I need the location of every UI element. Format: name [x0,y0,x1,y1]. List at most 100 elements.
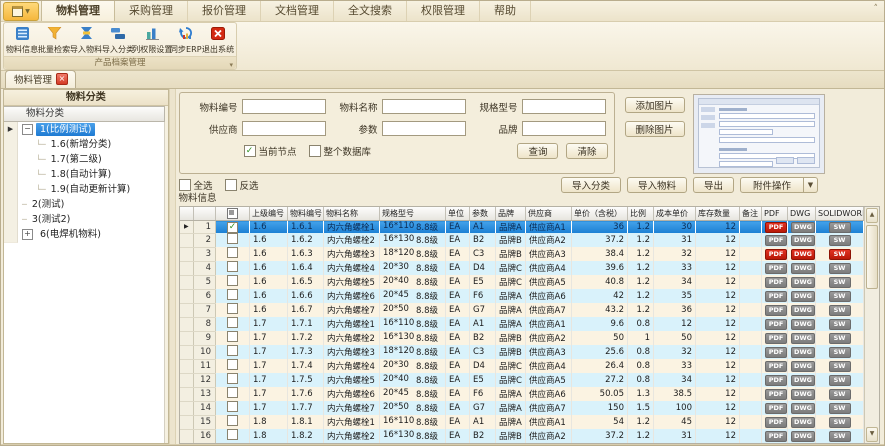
table-row[interactable]: 31.61.6.3内六角螺栓318*1208.8级EAC3品牌B供应商A338.… [180,247,864,261]
row-checkbox[interactable] [216,289,250,303]
table-row[interactable]: 121.71.7.5内六角螺栓520*408.8级EAE5品牌C供应商A527.… [180,373,864,387]
solidworks-button[interactable]: SW [829,403,851,414]
table-row[interactable]: 141.71.7.7内六角螺栓720*508.8级EAG7品牌A供应商A7150… [180,401,864,415]
material-image-thumbnail[interactable] [693,94,825,174]
dwg-button[interactable]: DWG [791,291,815,302]
search-input-4[interactable] [242,121,326,136]
table-row[interactable]: 81.71.7.1内六角螺栓116*1108.8级EAA1品牌A供应商A19.6… [180,317,864,331]
row-checkbox[interactable] [216,429,250,443]
document-tab-material[interactable]: 物料管理 × [5,70,76,88]
whole-database-checkbox[interactable]: 整个数据库 [309,144,372,158]
row-checkbox[interactable]: ✓ [216,221,250,234]
row-checkbox[interactable] [216,401,250,415]
pdf-button[interactable]: PDF [765,375,787,386]
pdf-button[interactable]: PDF [765,431,787,442]
solidworks-button[interactable]: SW [829,375,851,386]
application-menu-button[interactable]: ▼ [3,2,39,21]
grid-header-4[interactable]: 规格型号 [380,207,446,221]
row-checkbox[interactable] [216,345,250,359]
dwg-button[interactable]: DWG [791,249,815,260]
solidworks-button[interactable]: SW [829,319,851,330]
search-input-6[interactable] [522,121,606,136]
dwg-button[interactable]: DWG [791,375,815,386]
current-node-checkbox[interactable]: ✓ 当前节点 [244,144,297,158]
ribbon-collapse-icon[interactable]: ˄ [874,4,879,14]
pdf-button[interactable]: PDF [765,263,787,274]
solidworks-button[interactable]: SW [829,347,851,358]
pdf-button[interactable]: PDF [765,291,787,302]
grid-header-1[interactable]: 上级编号 [250,207,288,221]
solidworks-button[interactable]: SW [829,389,851,400]
clear-button[interactable]: 清除 [566,143,607,159]
ribbon-tab-1[interactable]: 物料管理 [41,0,115,21]
row-checkbox[interactable] [216,303,250,317]
grid-header-checkbox[interactable] [216,207,250,221]
row-checkbox[interactable] [216,415,250,429]
row-checkbox[interactable] [216,387,250,401]
grid-header-12[interactable]: 库存数量 [696,207,740,221]
invert-select-checkbox[interactable]: 反选 [225,178,259,192]
delete-image-button[interactable]: 删除图片 [625,121,685,137]
dwg-button[interactable]: DWG [791,263,815,274]
dwg-button[interactable]: DWG [791,277,815,288]
solidworks-button[interactable]: SW [829,263,851,274]
chevron-down-icon[interactable]: ▼ [804,177,818,193]
attachment-button[interactable]: 附件操作 [740,177,804,193]
tree-node-4[interactable]: └─1.8(自动计算) [4,167,164,182]
pdf-button[interactable]: PDF [765,249,787,260]
tree-node-2[interactable]: └─1.6(新增分类) [4,137,164,152]
solidworks-button[interactable]: SW [829,333,851,344]
pdf-button[interactable]: PDF [765,305,787,316]
ribbon-button-1[interactable]: 物料信息 [6,24,38,56]
close-icon[interactable]: × [56,73,68,85]
ribbon-tab-5[interactable]: 全文搜索 [334,0,407,21]
row-checkbox[interactable] [216,317,250,331]
expand-node-icon[interactable]: + [22,229,33,240]
ribbon-button-4[interactable]: 导入分类 [102,24,134,56]
import-material-button[interactable]: 导入物料 [627,177,687,193]
add-image-button[interactable]: 添加图片 [625,97,685,113]
grid-header-14[interactable]: PDF [762,207,788,221]
grid-header-9[interactable]: 单价（含税） [572,207,628,221]
grid-header-13[interactable]: 备注 [740,207,762,221]
grid-header-5[interactable]: 单位 [446,207,470,221]
ribbon-button-3[interactable]: 导入物料 [70,24,102,56]
table-row[interactable]: 71.61.6.7内六角螺栓720*508.8级EAG7品牌A供应商A743.2… [180,303,864,317]
export-button[interactable]: 导出 [693,177,734,193]
dwg-button[interactable]: DWG [791,319,815,330]
grid-header-6[interactable]: 参数 [470,207,496,221]
tree-node-8[interactable]: +6(电焊机物料) [4,227,164,242]
dwg-button[interactable]: DWG [791,347,815,358]
ribbon-button-5[interactable]: 列权限设置 [134,24,170,56]
dwg-button[interactable]: DWG [791,403,815,414]
collapse-node-icon[interactable]: − [22,124,33,135]
table-row[interactable]: 171.81.8.3内六角螺栓318*1208.8级EAC3品牌B供应商A338… [180,443,864,444]
dwg-button[interactable]: DWG [791,431,815,442]
solidworks-button[interactable]: SW [829,291,851,302]
ribbon-tab-2[interactable]: 采购管理 [115,0,188,21]
search-input-2[interactable] [382,99,466,114]
row-checkbox[interactable] [216,443,250,444]
table-row[interactable]: 151.81.8.1内六角螺栓116*1108.8级EAA1品牌A供应商A154… [180,415,864,429]
dwg-button[interactable]: DWG [791,417,815,428]
tree-node-5[interactable]: └─1.9(自动更新计算) [4,182,164,197]
ribbon-button-7[interactable]: 退出系统 [202,24,234,56]
solidworks-button[interactable]: SW [829,431,851,442]
grid-header-10[interactable]: 比例 [628,207,654,221]
table-row[interactable]: 111.71.7.4内六角螺栓420*308.8级EAD4品牌C供应商A426.… [180,359,864,373]
solidworks-button[interactable]: SW [829,361,851,372]
search-input-5[interactable] [382,121,466,136]
pdf-button[interactable]: PDF [765,222,787,233]
table-row[interactable]: ▶1✓1.61.6.1内六角螺栓116*1108.8级EAA1品牌A供应商A13… [180,221,864,234]
dialog-launcher-icon[interactable]: ▾ [229,59,233,71]
table-row[interactable]: 21.61.6.2内六角螺栓216*1308.8级EAB2品牌B供应商A237.… [180,233,864,247]
dwg-button[interactable]: DWG [791,361,815,372]
grid-header-11[interactable]: 成本单价 [654,207,696,221]
tree-node-7[interactable]: ─3(测试2) [4,212,164,227]
table-row[interactable]: 61.61.6.6内六角螺栓620*458.8级EAF6品牌A供应商A6421.… [180,289,864,303]
solidworks-button[interactable]: SW [829,222,851,233]
solidworks-button[interactable]: SW [829,249,851,260]
pdf-button[interactable]: PDF [765,417,787,428]
table-row[interactable]: 51.61.6.5内六角螺栓520*408.8级EAE5品牌C供应商A540.8… [180,275,864,289]
pdf-button[interactable]: PDF [765,277,787,288]
